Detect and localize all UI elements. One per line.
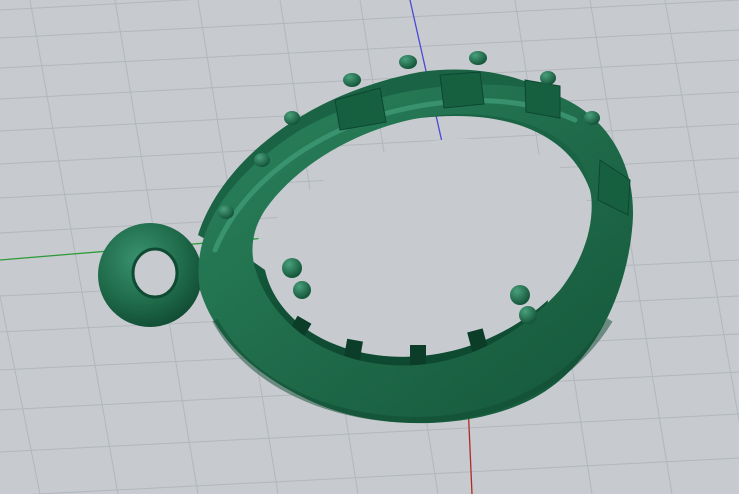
viewport-canvas[interactable]	[0, 0, 739, 494]
bail-loop[interactable]	[98, 223, 202, 327]
3d-viewport[interactable]	[0, 0, 739, 494]
